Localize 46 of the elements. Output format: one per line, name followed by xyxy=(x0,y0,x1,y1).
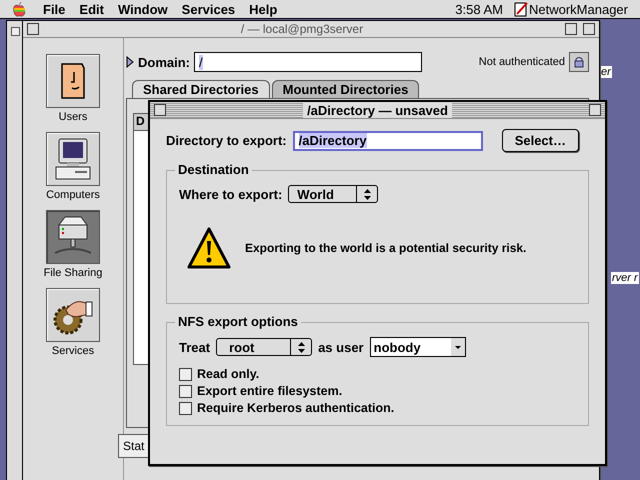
disclosure-triangle-icon[interactable] xyxy=(126,56,134,68)
menu-clock[interactable]: 3:58 AM xyxy=(455,2,503,16)
select-button[interactable]: Select… xyxy=(502,129,579,152)
warning-icon xyxy=(187,227,231,269)
lock-icon xyxy=(574,56,584,68)
up-down-arrows-icon xyxy=(364,188,371,200)
menu-item[interactable]: File xyxy=(36,2,72,16)
where-label: Where to export: xyxy=(179,186,282,202)
checkbox[interactable]: Require Kerberos authentication. xyxy=(179,401,576,415)
auth-status: Not authenticated xyxy=(478,56,565,68)
close-box[interactable] xyxy=(27,23,39,35)
window-title: /aDirectory — unsaved xyxy=(303,102,452,118)
window-title: / — local@pmg3server xyxy=(240,22,364,36)
menu-item[interactable]: Help xyxy=(242,2,284,16)
desktop-icon-label[interactable]: rver r xyxy=(611,272,639,284)
apple-logo-icon[interactable] xyxy=(13,2,26,16)
directory-field[interactable]: /aDirectory xyxy=(292,130,483,150)
tab[interactable]: Mounted Directories xyxy=(272,80,420,98)
tab[interactable]: Shared Directories xyxy=(132,80,270,98)
where-popup[interactable]: World xyxy=(288,185,378,203)
menu-item[interactable]: Services xyxy=(174,2,242,16)
as-user-label: as user xyxy=(318,340,364,354)
face-icon xyxy=(60,62,86,100)
warning-message: Exporting to the world is a potential security risk. xyxy=(245,241,526,255)
desktop-icon-label[interactable]: er xyxy=(600,66,612,78)
domain-label: Domain: xyxy=(138,54,190,70)
group-title: Destination xyxy=(175,162,252,177)
collapse-box[interactable] xyxy=(589,104,602,116)
close-box[interactable] xyxy=(154,104,166,116)
computer-icon xyxy=(55,138,91,180)
pencil-document-icon[interactable] xyxy=(513,1,529,17)
lock-button[interactable] xyxy=(569,52,589,72)
treat-popup[interactable]: root xyxy=(216,338,312,356)
application-menu[interactable]: NetworkManager xyxy=(529,2,628,16)
checkbox[interactable]: Export entire filesystem. xyxy=(179,384,576,398)
checkbox[interactable]: Read only. xyxy=(179,367,576,381)
treat-label: Treat xyxy=(179,340,210,354)
zoom-box[interactable] xyxy=(565,23,577,35)
group-title: NFS export options xyxy=(175,314,301,329)
menu-item[interactable]: Edit xyxy=(72,2,111,16)
user-combo-box[interactable]: nobody xyxy=(370,337,466,357)
directory-label: Directory to export: xyxy=(166,133,287,148)
domain-field[interactable]: / xyxy=(194,52,422,72)
collapse-box[interactable] xyxy=(583,23,595,35)
up-down-arrows-icon xyxy=(298,342,305,352)
menu-item[interactable]: Window xyxy=(110,2,175,16)
